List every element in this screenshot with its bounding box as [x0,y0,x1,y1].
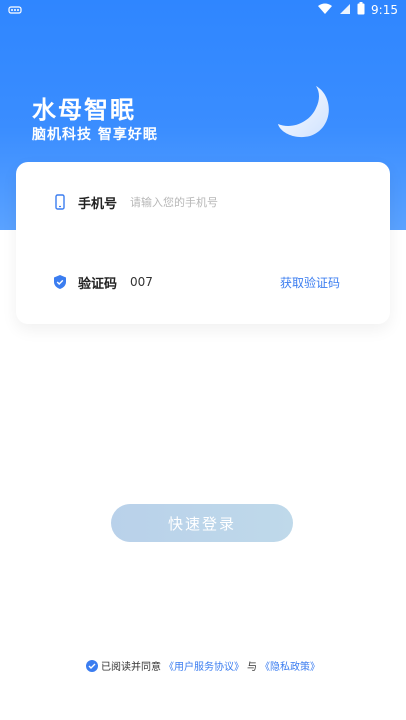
login-button[interactable]: 快速登录 [111,504,293,542]
signal-icon [339,3,351,18]
agreement-prefix: 已阅读并同意 [101,662,161,673]
privacy-link[interactable]: 《隐私政策》 [260,658,320,673]
app-subtitle: 脑机科技 智享好眠 [32,127,158,143]
shield-icon [52,274,68,290]
phone-input[interactable]: 请输入您的手机号 [130,194,218,210]
wifi-icon [317,3,333,18]
verification-row: 验证码 007 获取验证码 [16,262,390,302]
moon-icon [278,86,329,138]
phone-label: 手机号 [78,196,118,212]
code-label: 验证码 [78,276,118,292]
phone-icon [52,194,68,210]
status-time: 9:15 [371,3,398,17]
battery-icon [357,2,365,18]
agreement-row: 已阅读并同意 《用户服务协议》 与 《隐私政策》 [0,658,406,673]
phone-row: 手机号 请输入您的手机号 [16,182,390,222]
status-bar: 9:15 [0,0,406,22]
checkbox-checked-icon[interactable] [86,659,98,672]
terms-link[interactable]: 《用户服务协议》 [164,658,244,673]
code-input[interactable]: 007 [130,275,153,289]
app-title: 水母智眠 [32,96,136,124]
get-code-button[interactable]: 获取验证码 [280,274,340,291]
notification-icon [8,4,22,18]
login-form-card: 手机号 请输入您的手机号 验证码 007 获取验证码 [16,162,390,324]
agreement-and: 与 [247,662,257,673]
